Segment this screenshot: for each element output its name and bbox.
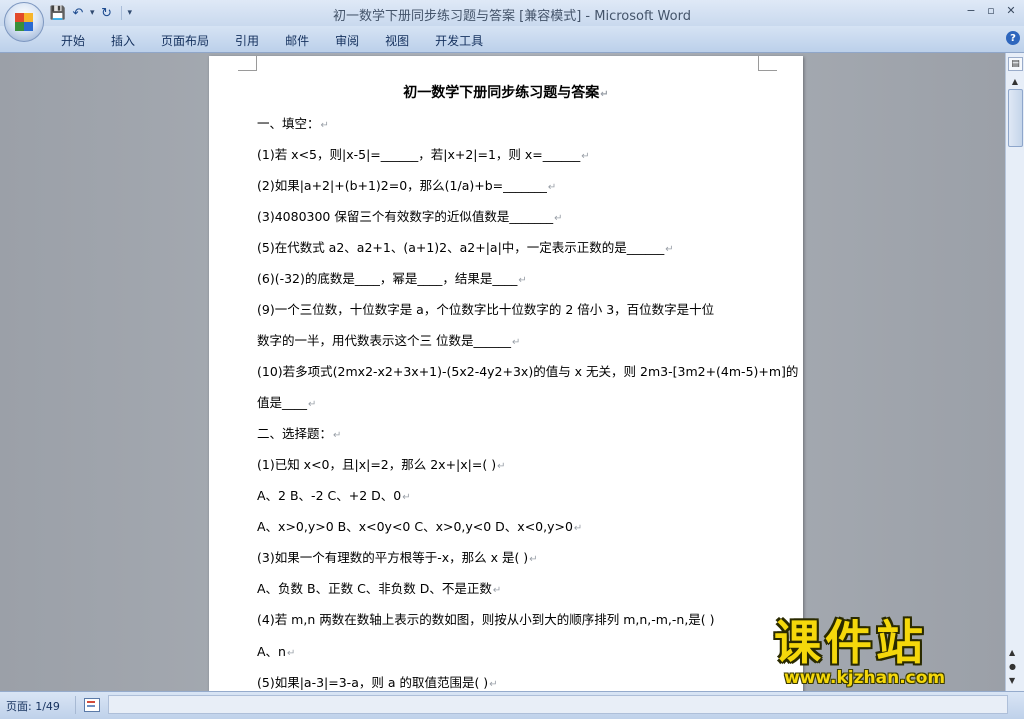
scroll-up-icon[interactable]: ▲	[1008, 75, 1022, 87]
select-browse-object-icon[interactable]: ●	[1009, 662, 1016, 671]
tab-references[interactable]: 引用	[222, 29, 272, 52]
document-page[interactable]: 初一数学下册同步练习题与答案↵ 一、填空：↵ (1)若 x<5，则|x-5|=_…	[209, 56, 803, 691]
paragraph: 一、填空：↵	[257, 116, 329, 131]
scroll-thumb[interactable]	[1008, 89, 1023, 147]
paragraph: (5)如果|a-3|=3-a，则 a 的取值范围是( )↵	[257, 675, 498, 690]
paragraph: (5)在代数式 a2、a2+1、(a+1)2、a2+|a|中，一定表示正数的是_…	[257, 240, 674, 255]
page-counter[interactable]: 页面: 1/49	[6, 698, 60, 714]
office-logo-icon	[15, 13, 33, 31]
office-button[interactable]	[4, 2, 44, 42]
tab-home[interactable]: 开始	[48, 29, 98, 52]
watermark-url: www.kjzhan.com	[784, 668, 946, 688]
paragraph: (4)若 m,n 两数在数轴上表示的数如图，则按从小到大的顺序排列 m,n,-m…	[257, 612, 715, 627]
paragraph: (2)如果|a+2|+(b+1)2=0，那么(1/a)+b=_______↵	[257, 178, 557, 193]
paragraph: A、2 B、-2 C、+2 D、0↵	[257, 488, 411, 503]
paragraph: A、n↵	[257, 644, 296, 659]
paragraph: A、x>0,y>0 B、x<0y<0 C、x>0,y<0 D、x<0,y>0↵	[257, 519, 583, 534]
title-bar: 💾 ↶ ▾ ↻ ▾ 初一数学下册同步练习题与答案 [兼容模式] - Micros…	[0, 0, 1024, 26]
maximize-button[interactable]: ▫	[982, 2, 1000, 18]
horizontal-scrollbar[interactable]	[108, 695, 1008, 714]
tab-mailings[interactable]: 邮件	[272, 29, 322, 52]
vertical-scrollbar[interactable]: ▤ ▲ ▲ ● ▼	[1005, 53, 1024, 691]
next-page-icon[interactable]: ▼	[1009, 676, 1015, 685]
paragraph: (1)若 x<5，则|x-5|=______，若|x+2|=1，则 x=____…	[257, 147, 590, 162]
paragraph: (10)若多项式(2mx2-x2+3x+1)-(5x2-4y2+3x)的值与 x…	[257, 364, 799, 379]
window-title: 初一数学下册同步练习题与答案 [兼容模式] - Microsoft Word	[333, 9, 691, 24]
paragraph: (1)已知 x<0，且|x|=2，那么 2x+|x|=( )↵	[257, 457, 506, 472]
paragraph: (3)如果一个有理数的平方根等于-x，那么 x 是( )↵	[257, 550, 538, 565]
paragraph: (3)4080300 保留三个有效数字的近似值数是_______↵	[257, 209, 563, 224]
status-divider	[75, 696, 76, 714]
crop-mark	[758, 56, 777, 71]
ribbon-tabs: 开始 插入 页面布局 引用 邮件 审阅 视图 开发工具 ?	[0, 26, 1024, 53]
help-icon[interactable]: ?	[1006, 31, 1020, 45]
close-button[interactable]: ✕	[1002, 2, 1020, 18]
watermark-title: 课件站	[774, 616, 927, 671]
proofing-icon[interactable]	[84, 698, 100, 712]
window-controls: − ▫ ✕	[962, 2, 1020, 18]
paragraph: 数字的一半，用代数表示这个三 位数是______↵	[257, 333, 521, 348]
previous-page-icon[interactable]: ▲	[1009, 648, 1015, 657]
status-bar: 页面: 1/49	[0, 691, 1024, 719]
minimize-button[interactable]: −	[962, 2, 980, 18]
paragraph: (9)一个三位数，十位数字是 a，个位数字比十位数字的 2 倍小 3，百位数字是…	[257, 302, 715, 317]
paragraph: 二、选择题：↵	[257, 426, 342, 441]
document-title: 初一数学下册同步练习题与答案↵	[403, 85, 609, 101]
crop-mark	[238, 56, 257, 71]
tab-view[interactable]: 视图	[372, 29, 422, 52]
paragraph: 值是____↵	[257, 395, 317, 410]
tab-insert[interactable]: 插入	[98, 29, 148, 52]
paragraph: (6)(-32)的底数是____，幂是____，结果是____↵	[257, 271, 527, 286]
tab-developer[interactable]: 开发工具	[422, 29, 496, 52]
tab-page-layout[interactable]: 页面布局	[148, 29, 222, 52]
tab-review[interactable]: 审阅	[322, 29, 372, 52]
view-ruler-icon[interactable]: ▤	[1008, 57, 1023, 71]
document-workspace: 初一数学下册同步练习题与答案↵ 一、填空：↵ (1)若 x<5，则|x-5|=_…	[0, 53, 1006, 691]
watermark: 课件站 www.kjzhan.com	[774, 616, 1004, 689]
paragraph: A、负数 B、正数 C、非负数 D、不是正数↵	[257, 581, 502, 596]
